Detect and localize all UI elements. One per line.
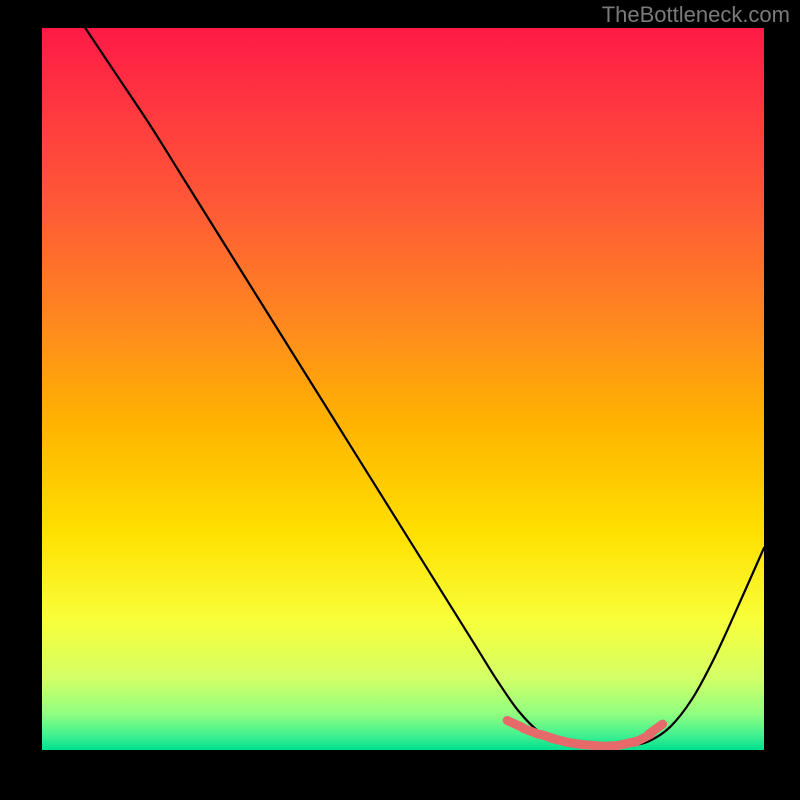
bottleneck-curve-layer (42, 28, 764, 750)
optimal-zone-marker (649, 724, 663, 734)
watermark-label: TheBottleneck.com (0, 2, 790, 28)
plot-area (42, 28, 764, 750)
optimal-zone-marker (523, 728, 539, 734)
chart-frame: TheBottleneck.com (0, 0, 800, 800)
bottleneck-curve (85, 28, 764, 748)
